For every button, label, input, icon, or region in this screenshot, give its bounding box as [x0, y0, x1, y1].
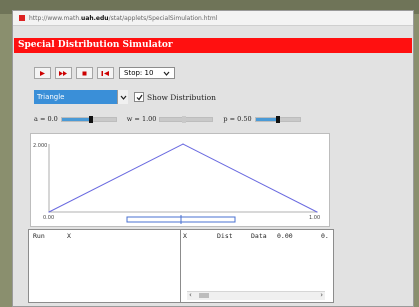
data-range-bar	[126, 215, 236, 224]
param-p-label: p = 0.50	[223, 115, 252, 123]
chevron-down-icon	[120, 95, 126, 100]
step-button[interactable]	[34, 67, 51, 79]
scroll-left-icon[interactable]: ‹	[189, 291, 192, 299]
stop-select[interactable]: Stop: 10	[119, 67, 176, 79]
curve-point	[48, 211, 50, 213]
app-title-bar: Special Distribution Simulator	[14, 38, 412, 53]
stop-button[interactable]	[76, 67, 93, 79]
fast-forward-icon	[59, 70, 67, 76]
run-header: Run	[33, 232, 45, 240]
url-path: /stat/applets/SpecialSimulation.html	[108, 14, 218, 22]
chevron-down-icon	[163, 71, 170, 76]
url-prefix: http://www.math.	[29, 14, 82, 22]
distribution-graph: 2.000 0.00 1.00	[30, 133, 330, 227]
reset-icon	[101, 70, 109, 76]
horizontal-scrollbar[interactable]: ‹ ›	[187, 291, 325, 300]
param-w: w = 1.00	[127, 115, 214, 123]
x-header: X	[67, 232, 71, 240]
data-header: Data	[251, 232, 267, 240]
reset-button[interactable]	[97, 67, 114, 79]
run-button[interactable]	[55, 67, 72, 79]
scroll-right-icon[interactable]: ›	[320, 291, 323, 299]
slider-knob[interactable]	[275, 115, 280, 123]
slider-fill	[61, 117, 92, 121]
x-tick-label-max: 1.00	[309, 215, 320, 221]
distribution-dropdown-arrow[interactable]	[117, 90, 128, 104]
data-tables: Run X X Dist Data 0.00 0. ‹ ›	[28, 229, 334, 303]
app-title: Special Distribution Simulator	[18, 40, 173, 50]
param-a: a = 0.0	[34, 115, 117, 123]
distribution-chart: 2.000 0.00 1.00	[33, 143, 320, 221]
slider-fill	[255, 117, 278, 121]
play-icon	[40, 70, 45, 76]
x-tick-label-min: 0.00	[43, 215, 54, 221]
y-tick-label: 2.000	[33, 143, 47, 149]
param-w-slider[interactable]	[159, 115, 214, 123]
param-a-label: a = 0.0	[34, 115, 58, 123]
param-p-slider[interactable]	[254, 115, 301, 123]
address-bar[interactable]: http://www.math. uah.edu/stat/applets/Spe…	[13, 11, 413, 26]
distribution-table: X Dist Data 0.00 0. ‹ ›	[181, 230, 333, 302]
checkmark-icon	[136, 94, 142, 100]
data-value-truncated: 0.	[321, 232, 329, 240]
url-host: uah.edu	[81, 14, 109, 22]
stop-select-value: Stop: 10	[124, 69, 154, 77]
parameter-sliders: a = 0.0 w = 1.00 p = 0.50	[34, 115, 311, 123]
data-value: 0.00	[277, 232, 293, 240]
slider-knob[interactable]	[181, 115, 186, 123]
distribution-row: Triangle Show Distribution	[34, 90, 216, 104]
density-curve	[48, 143, 318, 213]
distribution-select-value: Triangle	[37, 93, 65, 101]
slider-knob[interactable]	[89, 115, 94, 123]
simulation-toolbar: Stop: 10	[34, 66, 176, 80]
scroll-thumb[interactable]	[199, 293, 209, 298]
show-distribution-label: Show Distribution	[147, 92, 216, 102]
curve-point	[182, 143, 184, 145]
stop-icon	[82, 71, 87, 75]
param-p: p = 0.50	[223, 115, 301, 123]
x-header: X	[183, 232, 187, 240]
distribution-select[interactable]: Triangle	[34, 90, 128, 104]
show-distribution-checkbox[interactable]	[134, 92, 144, 102]
param-a-slider[interactable]	[60, 115, 117, 123]
site-favicon-icon	[19, 15, 25, 21]
run-table: Run X	[29, 230, 181, 302]
param-w-label: w = 1.00	[126, 115, 157, 123]
slider-fill	[160, 117, 184, 121]
dist-header: Dist	[217, 232, 233, 240]
curve-point	[316, 211, 318, 213]
